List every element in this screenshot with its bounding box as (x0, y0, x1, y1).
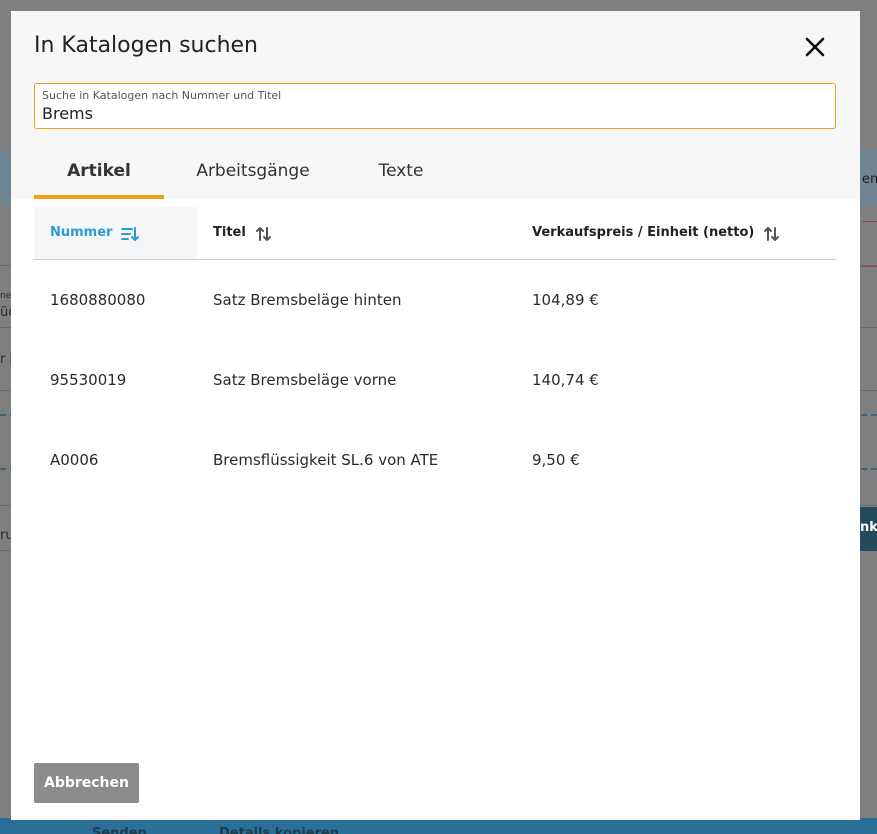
background-copy-details-label: Details kopieren (219, 826, 340, 834)
background-text-fragment: en (862, 172, 877, 187)
background-divider (862, 221, 877, 222)
dialog-header: In Katalogen suchen Suche in Katalogen n… (11, 11, 860, 199)
cell-nummer: 95530019 (50, 371, 127, 389)
column-header-label: Titel (213, 225, 246, 240)
sort-icon (255, 227, 271, 241)
column-header-nummer[interactable]: Nummer (34, 207, 197, 259)
column-header-label: Nummer (50, 225, 113, 240)
catalog-tabs: Artikel Arbeitsgänge Texte (34, 151, 460, 199)
cell-nummer: A0006 (50, 451, 99, 469)
table-row[interactable]: A0006 Bremsflüssigkeit SL.6 von ATE 9,50… (34, 420, 836, 500)
catalog-search-dialog: In Katalogen suchen Suche in Katalogen n… (11, 11, 860, 820)
sort-icon (764, 227, 780, 241)
tab-artikel[interactable]: Artikel (34, 151, 164, 199)
table-row[interactable]: 95530019 Satz Bremsbeläge vorne 140,74 € (34, 340, 836, 420)
close-icon (805, 37, 825, 57)
cell-verkaufspreis: 104,89 € (532, 291, 599, 309)
tab-arbeitsgaenge[interactable]: Arbeitsgänge (164, 151, 342, 199)
cell-titel: Satz Bremsbeläge vorne (213, 371, 397, 389)
cell-nummer: 1680880080 (50, 291, 146, 309)
cell-verkaufspreis: 9,50 € (532, 451, 580, 469)
tab-texte[interactable]: Texte (342, 151, 460, 199)
dialog-title: In Katalogen suchen (34, 33, 258, 58)
close-button[interactable] (803, 35, 827, 59)
background-text-fragment: ne (0, 291, 12, 301)
catalog-search-field[interactable]: Suche in Katalogen nach Nummer und Titel (34, 83, 836, 129)
background-divider (862, 266, 877, 267)
sort-active-icon (121, 227, 140, 241)
search-field-label: Suche in Katalogen nach Nummer und Titel (42, 89, 282, 102)
search-input[interactable] (42, 104, 822, 123)
cell-titel: Satz Bremsbeläge hinten (213, 291, 402, 309)
table-header: Nummer Titel Verkaufspreis / Einheit (ne… (34, 207, 836, 260)
cell-verkaufspreis: 140,74 € (532, 371, 599, 389)
background-button: nko (860, 507, 877, 551)
column-header-label: Verkaufspreis / Einheit (netto) (532, 225, 755, 240)
column-header-titel[interactable]: Titel (197, 207, 516, 259)
background-send-label: Senden (92, 826, 147, 834)
cell-titel: Bremsflüssigkeit SL.6 von ATE (213, 451, 439, 469)
column-header-verkaufspreis[interactable]: Verkaufspreis / Einheit (netto) (516, 207, 836, 259)
table-row[interactable]: 1680880080 Satz Bremsbeläge hinten 104,8… (34, 260, 836, 340)
cancel-button[interactable]: Abbrechen (34, 763, 139, 803)
results-table: Nummer Titel Verkaufspreis / Einheit (ne… (34, 207, 836, 500)
